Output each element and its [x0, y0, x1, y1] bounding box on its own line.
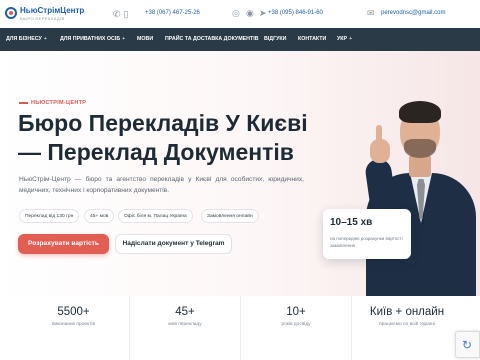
person-neck — [409, 155, 431, 177]
phone1-link[interactable]: +38 (067) 467-25-26 — [145, 10, 200, 16]
feature-tag: Переклад від 130 грн — [19, 209, 80, 223]
logo-mark-icon — [5, 7, 17, 19]
nav-item-business[interactable]: ДЛЯ БІЗНЕСУ + — [6, 28, 47, 51]
viber-icon: ◎ — [232, 8, 240, 18]
plus-icon: + — [349, 36, 353, 42]
phone-icon: ✆ — [113, 9, 121, 19]
person-hair — [399, 101, 441, 123]
nav-item-contacts[interactable]: КОНТАКТИ — [298, 28, 326, 51]
send-telegram-button[interactable]: Надіслати документ у Telegram — [115, 234, 232, 254]
nav-item-label: ПРАЙС ТА ДОСТАВКА ДОКУМЕНТІВ — [165, 36, 259, 42]
feature-tag: Замовлення онлайн — [201, 209, 259, 223]
nav-item-label: КОНТАКТИ — [298, 36, 327, 42]
stat-value: Київ + онлайн — [369, 306, 445, 318]
whatsapp-link[interactable]: ◉ — [246, 8, 257, 19]
stat-label: мов перекладу — [168, 322, 202, 327]
nav-item-reviews[interactable]: ВІДГУКИ — [264, 28, 286, 51]
person-finger — [376, 125, 382, 143]
nav-item-label: ДЛЯ БІЗНЕСУ — [6, 36, 42, 42]
stat-value: 45+ — [175, 306, 195, 318]
eyebrow-text: НЬЮСТРІМ-ЦЕНТР — [31, 100, 87, 106]
telegram-icon: ➤ — [259, 8, 267, 18]
hero-person-image — [356, 89, 480, 297]
estimate-time-value: 10–15 хв — [330, 217, 373, 228]
site-logo[interactable]: НьюСтрімЦентр БЮРО ПЕРЕКЛАДІВ — [5, 5, 84, 23]
top-header: НьюСтрімЦентр БЮРО ПЕРЕКЛАДІВ ✆ ▯ +38 (0… — [0, 0, 480, 28]
stat-value: 5500+ — [57, 306, 90, 318]
nav-item-label: ВІДГУКИ — [264, 36, 287, 42]
feature-tag: Офіс біля м. Палац Україна — [118, 209, 193, 223]
whatsapp-icon: ◉ — [246, 8, 254, 18]
mail-icon: ✉ — [367, 8, 375, 18]
stat-label: працюємо по всій Україні — [379, 322, 435, 327]
hero-description: НьюСтрім-Центр — бюро та агентство перек… — [19, 176, 304, 194]
nav-item-label: УКР — [337, 36, 348, 42]
email-link[interactable]: perevodnsc@gmail.com — [381, 10, 445, 16]
calculate-price-button[interactable]: Розрахувати вартість — [18, 234, 109, 254]
hero-section: НЬЮСТРІМ-ЦЕНТР Бюро Перекладів У Києві —… — [0, 51, 480, 297]
nav-item-prices[interactable]: ПРАЙС ТА ДОСТАВКА ДОКУМЕНТІВ — [165, 28, 259, 51]
eyebrow-line — [19, 102, 28, 104]
stat-item: Київ + онлайн працюємо по всій Україні — [351, 296, 462, 360]
estimate-time-card: 10–15 хв на попередню розрахунки вартост… — [323, 209, 411, 259]
stat-label: років досвіду — [281, 322, 311, 327]
stat-item: 10+ років досвіду — [240, 296, 351, 360]
stat-label: виконаних проектів — [52, 322, 95, 327]
phone-contact: ✆ ▯ — [113, 9, 132, 20]
stat-item: 5500+ виконаних проектів — [18, 296, 129, 360]
logo-title: НьюСтрімЦентр — [20, 6, 85, 15]
person-beard — [404, 139, 436, 158]
viber-link[interactable]: ◎ — [232, 8, 243, 19]
stats-bar: 5500+ виконаних проектів 45+ мов перекла… — [0, 296, 480, 360]
plus-icon: + — [122, 36, 126, 42]
email-contact: ✉ — [367, 8, 378, 19]
mobile-icon: ▯ — [123, 9, 129, 19]
page-title: Бюро Перекладів У Києві — Переклад Докум… — [18, 110, 308, 165]
feature-tag: 45+ мов — [84, 209, 115, 223]
nav-item-label: МОВИ — [137, 36, 154, 42]
phone2-link[interactable]: +38 (095) 846-91-60 — [268, 10, 323, 16]
nav-item-languages[interactable]: МОВИ — [137, 28, 153, 51]
recaptcha-badge[interactable]: ↻ — [455, 331, 480, 358]
main-nav: ДЛЯ БІЗНЕСУ + ДЛЯ ПРИВАТНИХ ОСІБ + МОВИ ПР… — [0, 28, 480, 51]
plus-icon: + — [43, 36, 47, 42]
nav-item-language-switch[interactable]: УКР + — [337, 28, 352, 51]
hero-eyebrow: НЬЮСТРІМ-ЦЕНТР — [19, 100, 86, 106]
recaptcha-icon: ↻ — [462, 338, 473, 352]
stat-item: 45+ мов перекладу — [129, 296, 240, 360]
nav-item-private[interactable]: ДЛЯ ПРИВАТНИХ ОСІБ + — [60, 28, 125, 51]
estimate-time-text: на попередню розрахунки вартості замовле… — [330, 236, 403, 248]
nav-item-label: ДЛЯ ПРИВАТНИХ ОСІБ — [60, 36, 121, 42]
logo-subtitle: БЮРО ПЕРЕКЛАДІВ — [20, 16, 65, 21]
stat-value: 10+ — [286, 306, 306, 318]
